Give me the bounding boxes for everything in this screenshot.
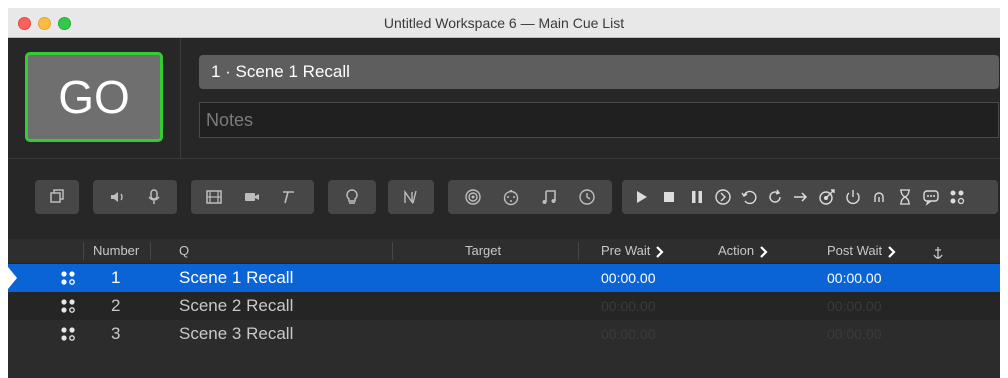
load-icon[interactable] bbox=[710, 180, 736, 214]
workspace-window: Untitled Workspace 6 — Main Cue List GO … bbox=[8, 8, 1000, 378]
cue-post-wait[interactable]: 00:00.00 bbox=[827, 320, 882, 348]
go-button[interactable]: GO bbox=[25, 52, 163, 142]
empty-list-area[interactable] bbox=[8, 348, 1000, 378]
column-q[interactable]: Q bbox=[179, 239, 189, 263]
cue-name-field[interactable]: 1 · Scene 1 Recall bbox=[199, 55, 999, 89]
column-separator bbox=[392, 242, 393, 260]
cue-number: 3 bbox=[111, 324, 121, 343]
playhead-marker-icon bbox=[8, 267, 17, 289]
column-post-wait[interactable]: Post Wait bbox=[827, 239, 896, 263]
column-separator bbox=[83, 242, 84, 260]
notes-field[interactable]: Notes bbox=[199, 102, 999, 138]
chevron-right-icon bbox=[888, 245, 896, 258]
toolbar-group bbox=[622, 180, 998, 214]
table-row[interactable]: 2 Scene 2 Recall 00:00.00 00:00.00 bbox=[8, 292, 1000, 320]
divider bbox=[180, 38, 181, 158]
cue-name[interactable]: Scene 2 Recall bbox=[179, 292, 293, 320]
audio-icon[interactable] bbox=[105, 180, 131, 214]
cue-pre-wait[interactable]: 00:00.00 bbox=[601, 320, 656, 348]
table-row[interactable]: 3 Scene 3 Recall 00:00.00 00:00.00 bbox=[8, 320, 1000, 348]
lighting-cue-icon bbox=[61, 327, 75, 341]
pause-icon[interactable] bbox=[684, 180, 710, 214]
column-post-wait-label: Post Wait bbox=[827, 243, 883, 258]
reset-icon[interactable] bbox=[736, 180, 762, 214]
stop-icon[interactable] bbox=[656, 180, 682, 214]
midi-icon[interactable] bbox=[498, 180, 524, 214]
continue-mode-icon[interactable] bbox=[931, 244, 945, 259]
network-icon[interactable] bbox=[460, 180, 486, 214]
toolbar-group bbox=[448, 180, 612, 214]
column-pre-wait[interactable]: Pre Wait bbox=[601, 239, 664, 263]
cue-list-header: Number Q Target Pre Wait Action Post Wai… bbox=[8, 239, 1000, 264]
cue-toolbar bbox=[8, 159, 1000, 239]
memo-icon[interactable] bbox=[918, 180, 944, 214]
cue-post-wait[interactable]: 00:00.00 bbox=[827, 292, 882, 320]
column-action[interactable]: Action bbox=[718, 239, 768, 263]
wait-icon[interactable] bbox=[892, 180, 918, 214]
cue-number: 2 bbox=[111, 296, 121, 315]
camera-icon[interactable] bbox=[239, 180, 265, 214]
toolbar-group bbox=[35, 180, 79, 214]
script-icon[interactable] bbox=[944, 180, 970, 214]
column-separator bbox=[150, 242, 151, 260]
toolbar-group bbox=[93, 180, 177, 214]
mic-icon[interactable] bbox=[141, 180, 167, 214]
title-bar[interactable]: Untitled Workspace 6 — Main Cue List bbox=[8, 8, 1000, 38]
video-icon[interactable] bbox=[201, 180, 227, 214]
text-icon[interactable] bbox=[275, 180, 301, 214]
cue-number: 1 bbox=[111, 268, 121, 287]
group-icon[interactable] bbox=[44, 180, 70, 214]
music-icon[interactable] bbox=[536, 180, 562, 214]
disarm-icon[interactable] bbox=[866, 180, 892, 214]
start-icon[interactable] bbox=[628, 180, 654, 214]
column-number[interactable]: Number bbox=[93, 239, 139, 263]
column-separator bbox=[578, 242, 579, 260]
arm-icon[interactable] bbox=[840, 180, 866, 214]
cue-pre-wait[interactable]: 00:00.00 bbox=[601, 264, 656, 292]
devamp-icon[interactable] bbox=[762, 180, 788, 214]
fade-icon[interactable] bbox=[398, 180, 424, 214]
chevron-right-icon bbox=[760, 245, 768, 258]
window-title: Untitled Workspace 6 — Main Cue List bbox=[383, 15, 625, 31]
toolbar-group bbox=[328, 180, 376, 214]
column-action-label: Action bbox=[718, 243, 755, 258]
goto-icon[interactable] bbox=[788, 180, 814, 214]
table-row[interactable]: 1 Scene 1 Recall 00:00.00 00:00.00 bbox=[8, 264, 1000, 292]
cue-name[interactable]: Scene 1 Recall bbox=[179, 264, 293, 292]
lighting-cue-icon bbox=[61, 299, 75, 313]
light-icon[interactable] bbox=[339, 180, 365, 214]
target-icon[interactable] bbox=[814, 180, 840, 214]
go-area: GO 1 · Scene 1 Recall Notes bbox=[8, 38, 1000, 158]
cue-name[interactable]: Scene 3 Recall bbox=[179, 320, 293, 348]
cue-pre-wait[interactable]: 00:00.00 bbox=[601, 292, 656, 320]
column-pre-wait-label: Pre Wait bbox=[601, 243, 651, 258]
lighting-cue-icon bbox=[61, 271, 75, 285]
timecode-icon[interactable] bbox=[574, 180, 600, 214]
cue-post-wait[interactable]: 00:00.00 bbox=[827, 264, 882, 292]
chevron-right-icon bbox=[656, 245, 664, 258]
column-target[interactable]: Target bbox=[465, 239, 501, 263]
toolbar-group bbox=[388, 180, 434, 214]
toolbar-group bbox=[191, 180, 314, 214]
